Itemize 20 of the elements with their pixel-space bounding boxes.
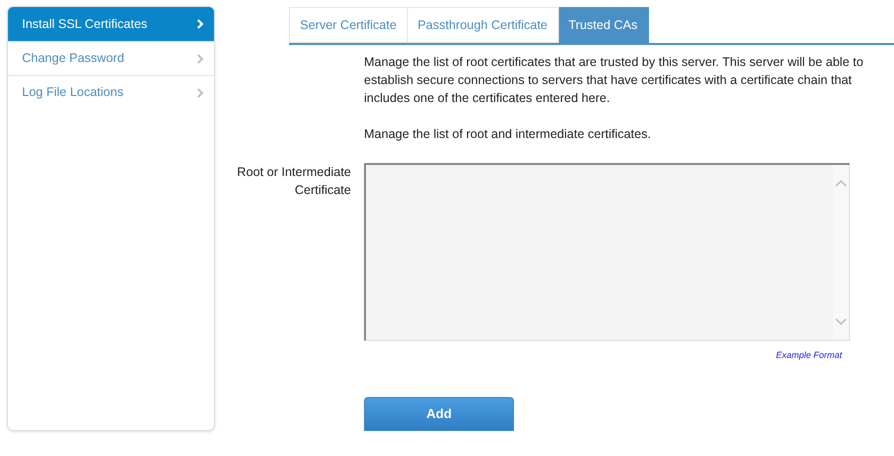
tab[interactable]: Server Certificate: [289, 7, 408, 43]
field-label: Root or Intermediate Certificate: [236, 164, 351, 199]
scroll-up-icon[interactable]: [835, 179, 847, 187]
example-format-link[interactable]: Example Format: [776, 349, 842, 362]
sidebar-item-label: Log File Locations: [22, 84, 124, 102]
add-button[interactable]: Add: [364, 396, 514, 430]
certificate-textarea[interactable]: [364, 163, 850, 341]
sidebar-item-label: Install SSL Certificates: [22, 16, 148, 33]
sidebar-item[interactable]: Log File Locations: [8, 75, 214, 109]
sidebar-item[interactable]: Install SSL Certificates: [8, 7, 214, 41]
tab[interactable]: Passthrough Certificate: [408, 7, 558, 43]
description-text: Manage the list of root and intermediate certificates.: [364, 126, 652, 143]
chevron-right-icon: [197, 88, 204, 98]
sidebar-item-label: Change Password: [22, 50, 124, 68]
tab[interactable]: Trusted CAs: [558, 7, 649, 43]
chevron-right-icon: [197, 54, 204, 64]
sidebar-item[interactable]: Change Password: [8, 41, 214, 75]
scroll-down-icon[interactable]: [835, 318, 847, 326]
chevron-right-icon: [197, 19, 204, 29]
description-text: Manage the list of root certificates that are trusted by this server. This server will be able to establish secure connections to servers that have certificates with a certificate chain that includes one of the certificates entered here.: [364, 54, 864, 107]
